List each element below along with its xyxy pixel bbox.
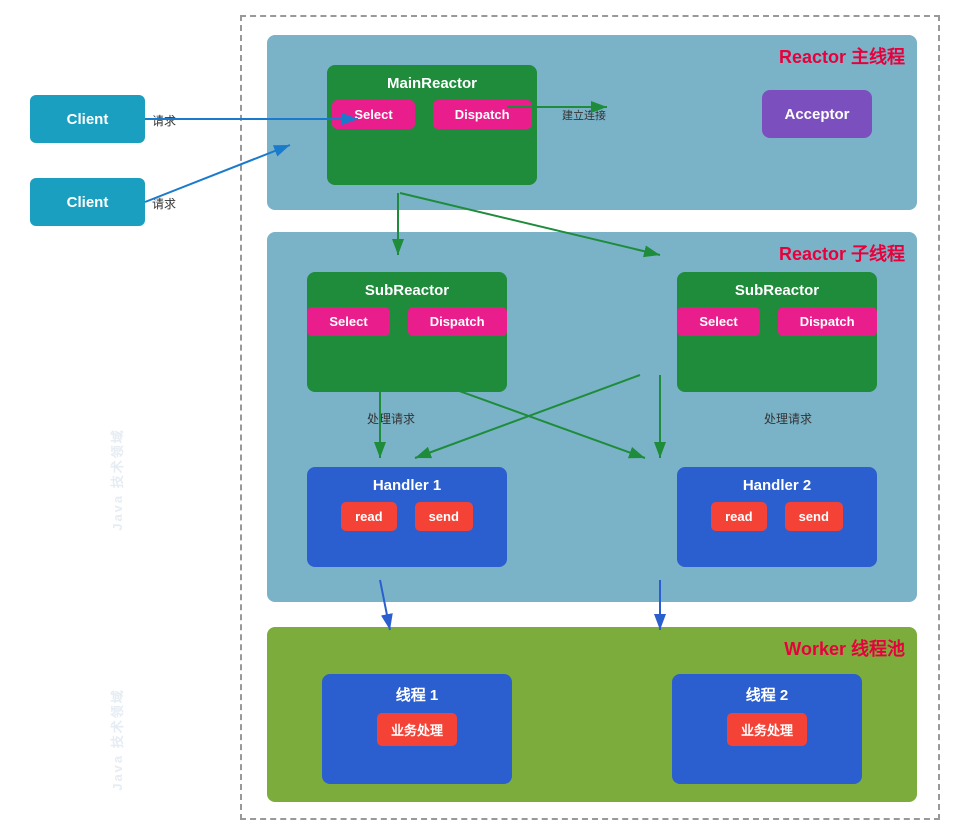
sub1-btn-row: Select Dispatch xyxy=(307,307,506,336)
reactor-main-label: Reactor 主线程 xyxy=(779,43,905,69)
connect-label: 建立连接 xyxy=(562,107,606,123)
watermark-1: Java 技术领域 xyxy=(107,428,126,531)
process-label-1: 处理请求 xyxy=(367,410,415,427)
thread-2-box: 线程 2 业务处理 xyxy=(672,674,862,784)
main-reactor-title: MainReactor xyxy=(387,75,477,92)
handler1-send-button[interactable]: send xyxy=(415,502,473,531)
thread-1-box: 线程 1 业务处理 xyxy=(322,674,512,784)
client-2: Client xyxy=(30,178,145,226)
handler-2-box: Handler 2 read send xyxy=(677,467,877,567)
sub1-dispatch-button[interactable]: Dispatch xyxy=(408,307,507,336)
worker-area-label: Worker 线程池 xyxy=(784,635,905,661)
main-reactor-btn-row: Select Dispatch xyxy=(332,100,531,129)
acceptor-box: Acceptor xyxy=(762,90,872,138)
sub-reactor-2-title: SubReactor xyxy=(735,282,819,299)
thread2-btn-row: 业务处理 xyxy=(727,713,807,746)
client-1: Client xyxy=(30,95,145,143)
sub2-dispatch-button[interactable]: Dispatch xyxy=(778,307,877,336)
thread-1-title: 线程 1 xyxy=(396,684,439,705)
sub-reactor-1-title: SubReactor xyxy=(365,282,449,299)
main-dispatch-button[interactable]: Dispatch xyxy=(433,100,532,129)
handler2-btn-row: read send xyxy=(711,502,843,531)
client-2-label: Client xyxy=(67,194,109,211)
request-label-1: 请求 xyxy=(152,112,176,129)
main-reactor-box: MainReactor Select Dispatch xyxy=(327,65,537,185)
sub2-btn-row: Select Dispatch xyxy=(677,307,876,336)
watermark-2: Java 技术领域 xyxy=(107,688,126,791)
handler-1-title: Handler 1 xyxy=(373,477,441,494)
sub-reactor-2-box: SubReactor Select Dispatch xyxy=(677,272,877,392)
thread-2-title: 线程 2 xyxy=(746,684,789,705)
reactor-main-area: Reactor 主线程 MainReactor Select Dispatch … xyxy=(267,35,917,210)
thread1-process-button[interactable]: 业务处理 xyxy=(377,713,457,746)
worker-area: Worker 线程池 线程 1 业务处理 线程 2 业务处理 xyxy=(267,627,917,802)
acceptor-label: Acceptor xyxy=(784,106,849,123)
handler-2-title: Handler 2 xyxy=(743,477,811,494)
thread2-process-button[interactable]: 业务处理 xyxy=(727,713,807,746)
handler2-send-button[interactable]: send xyxy=(785,502,843,531)
handler1-read-button[interactable]: read xyxy=(341,502,396,531)
handler2-read-button[interactable]: read xyxy=(711,502,766,531)
handler-1-box: Handler 1 read send xyxy=(307,467,507,567)
handler1-btn-row: read send xyxy=(341,502,473,531)
main-diagram-container: Reactor 主线程 MainReactor Select Dispatch … xyxy=(240,15,940,820)
request-label-2: 请求 xyxy=(152,195,176,212)
client-1-label: Client xyxy=(67,111,109,128)
thread1-btn-row: 业务处理 xyxy=(377,713,457,746)
sub-reactor-1-box: SubReactor Select Dispatch xyxy=(307,272,507,392)
reactor-sub-area: Reactor 子线程 SubReactor Select Dispatch S… xyxy=(267,232,917,602)
process-label-2: 处理请求 xyxy=(764,410,812,427)
sub2-select-button[interactable]: Select xyxy=(677,307,759,336)
sub1-select-button[interactable]: Select xyxy=(307,307,389,336)
reactor-sub-label: Reactor 子线程 xyxy=(779,240,905,266)
main-select-button[interactable]: Select xyxy=(332,100,414,129)
